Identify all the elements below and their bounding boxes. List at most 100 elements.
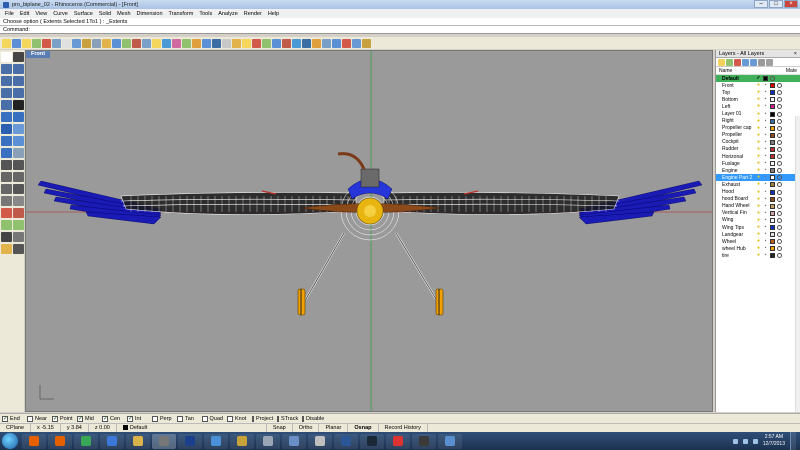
osnap-project[interactable]: Project — [252, 415, 273, 422]
lock-icon[interactable]: ▪ — [763, 118, 768, 124]
visibility-bulb-icon[interactable]: ● — [756, 217, 761, 223]
material-circle-icon[interactable] — [777, 154, 782, 160]
fillet-tool-icon[interactable] — [1, 148, 12, 158]
menu-curve[interactable]: Curve — [50, 11, 71, 17]
osnap-checkbox[interactable]: ✓ — [2, 415, 8, 422]
open-file-icon[interactable] — [12, 38, 21, 48]
layer-color-swatch[interactable] — [770, 253, 775, 259]
lock-icon[interactable]: ▪ — [763, 246, 768, 251]
taskbar-app-button[interactable] — [256, 433, 280, 449]
layer-color-swatch[interactable] — [770, 203, 775, 209]
panel-close-icon[interactable]: × — [794, 50, 800, 57]
col-material[interactable]: Mate — [786, 67, 797, 74]
osnap-checkbox[interactable]: ✓ — [102, 415, 108, 422]
move-tool-icon[interactable] — [1, 160, 12, 170]
visibility-bulb-icon[interactable]: ● — [756, 210, 761, 216]
layer-color-swatch[interactable] — [770, 182, 775, 188]
lock-icon[interactable]: ▪ — [763, 154, 768, 159]
polyline-tool-icon[interactable] — [1, 64, 12, 74]
layer-color-swatch[interactable] — [763, 76, 768, 82]
show-desktop-button[interactable] — [790, 432, 796, 450]
lock-icon[interactable] — [342, 38, 351, 48]
osnap-quad[interactable]: Quad — [202, 415, 223, 422]
col-name[interactable]: Name — [719, 67, 732, 74]
layer-row[interactable]: Engine ● ▪ — [716, 167, 800, 174]
taskbar-app-button[interactable] — [126, 433, 150, 449]
taskbar-app-button[interactable] — [74, 433, 98, 449]
layer-color-swatch[interactable] — [770, 189, 775, 195]
layer-row[interactable]: Right ● ▪ — [716, 118, 800, 125]
array-tool-icon[interactable] — [13, 184, 24, 194]
layer-row[interactable]: Cockpit ● ▪ — [716, 139, 800, 146]
start-button[interactable] — [2, 433, 18, 449]
osnap-int[interactable]: ✓ Int — [127, 415, 148, 422]
menu-transform[interactable]: Transform — [166, 11, 197, 17]
layer-row[interactable]: Rudder ● ▪ — [716, 146, 800, 153]
render-tool-icon[interactable] — [1, 244, 12, 254]
layer-row[interactable]: Bottom ● ▪ — [716, 96, 800, 103]
taskbar-app-button[interactable] — [100, 433, 124, 449]
taskbar-app-button[interactable] — [308, 433, 332, 449]
zoom-icon[interactable] — [132, 38, 141, 48]
menu-dimension[interactable]: Dimension — [134, 11, 166, 17]
material-circle-icon[interactable] — [777, 111, 782, 117]
menu-view[interactable]: View — [32, 11, 50, 17]
pan-icon[interactable] — [112, 38, 121, 48]
scale-tool-icon[interactable] — [13, 172, 24, 182]
polygon-tool-icon[interactable] — [1, 100, 12, 110]
visibility-bulb-icon[interactable]: ● — [756, 182, 761, 187]
visibility-bulb-icon[interactable]: ● — [756, 146, 761, 152]
visibility-bulb-icon[interactable]: ● — [756, 225, 761, 230]
lock-icon[interactable]: ▪ — [763, 182, 768, 187]
material-circle-icon[interactable] — [777, 97, 782, 103]
lock-icon[interactable]: ▪ — [763, 146, 768, 152]
layer-color-swatch[interactable] — [770, 239, 775, 245]
print-icon[interactable] — [32, 38, 41, 48]
visibility-bulb-icon[interactable]: ● — [756, 139, 761, 145]
material-circle-icon[interactable] — [777, 161, 782, 167]
cut-icon[interactable] — [62, 38, 71, 48]
visibility-bulb-icon[interactable]: ● — [756, 97, 761, 102]
trim-tool-icon[interactable] — [1, 208, 12, 218]
undo-view-icon[interactable] — [172, 38, 181, 48]
maximize-button[interactable]: □ — [769, 0, 783, 8]
close-button[interactable]: × — [784, 0, 798, 8]
light-bulb-icon[interactable] — [352, 38, 361, 48]
layer-color-swatch[interactable] — [770, 217, 775, 223]
osnap-checkbox[interactable]: ✓ — [52, 415, 58, 422]
properties-icon[interactable] — [222, 38, 231, 48]
visibility-bulb-icon[interactable]: ● — [756, 132, 761, 138]
boolean-tool-icon[interactable] — [13, 136, 24, 146]
visibility-bulb-icon[interactable]: ● — [756, 83, 761, 88]
rectangle-tool-icon[interactable] — [13, 88, 24, 98]
shade-icon[interactable] — [252, 38, 261, 48]
lock-icon[interactable]: ▪ — [763, 90, 768, 95]
taskbar-app-button[interactable] — [282, 433, 306, 449]
taskbar-app-button[interactable] — [178, 433, 202, 449]
taskbar-app-button[interactable] — [438, 433, 462, 449]
layer-color-swatch[interactable] — [770, 196, 775, 202]
sphere-render-icon[interactable] — [302, 38, 311, 48]
circle-tool-icon[interactable] — [1, 76, 12, 86]
layer-color-swatch[interactable] — [770, 161, 775, 167]
osnap-knot[interactable]: Knot — [227, 415, 248, 422]
layer-row[interactable]: Propeller ● ▪ — [716, 132, 800, 139]
layer-color-swatch[interactable] — [770, 104, 775, 110]
lock-icon[interactable]: ▪ — [763, 139, 768, 145]
taskbar-app-button[interactable] — [360, 433, 384, 449]
visibility-bulb-icon[interactable]: ● — [756, 175, 761, 180]
layer-color-swatch[interactable] — [770, 139, 775, 145]
taskbar-app-button[interactable] — [334, 433, 358, 449]
new-file-icon[interactable] — [2, 38, 11, 48]
lock-icon[interactable]: ▪ — [763, 203, 768, 209]
lock-icon[interactable]: ▪ — [763, 210, 768, 216]
layer-icon[interactable] — [212, 38, 221, 48]
material-circle-icon[interactable] — [777, 232, 782, 238]
layer-color-swatch[interactable] — [770, 175, 775, 181]
new-sublayer-icon[interactable] — [726, 59, 733, 66]
material-circle-icon[interactable] — [777, 146, 782, 152]
zoom-selected-icon[interactable] — [162, 38, 171, 48]
osnap-perp[interactable]: Perp — [152, 415, 173, 422]
visibility-bulb-icon[interactable]: ● — [756, 196, 761, 202]
move-up-icon[interactable] — [742, 59, 749, 66]
